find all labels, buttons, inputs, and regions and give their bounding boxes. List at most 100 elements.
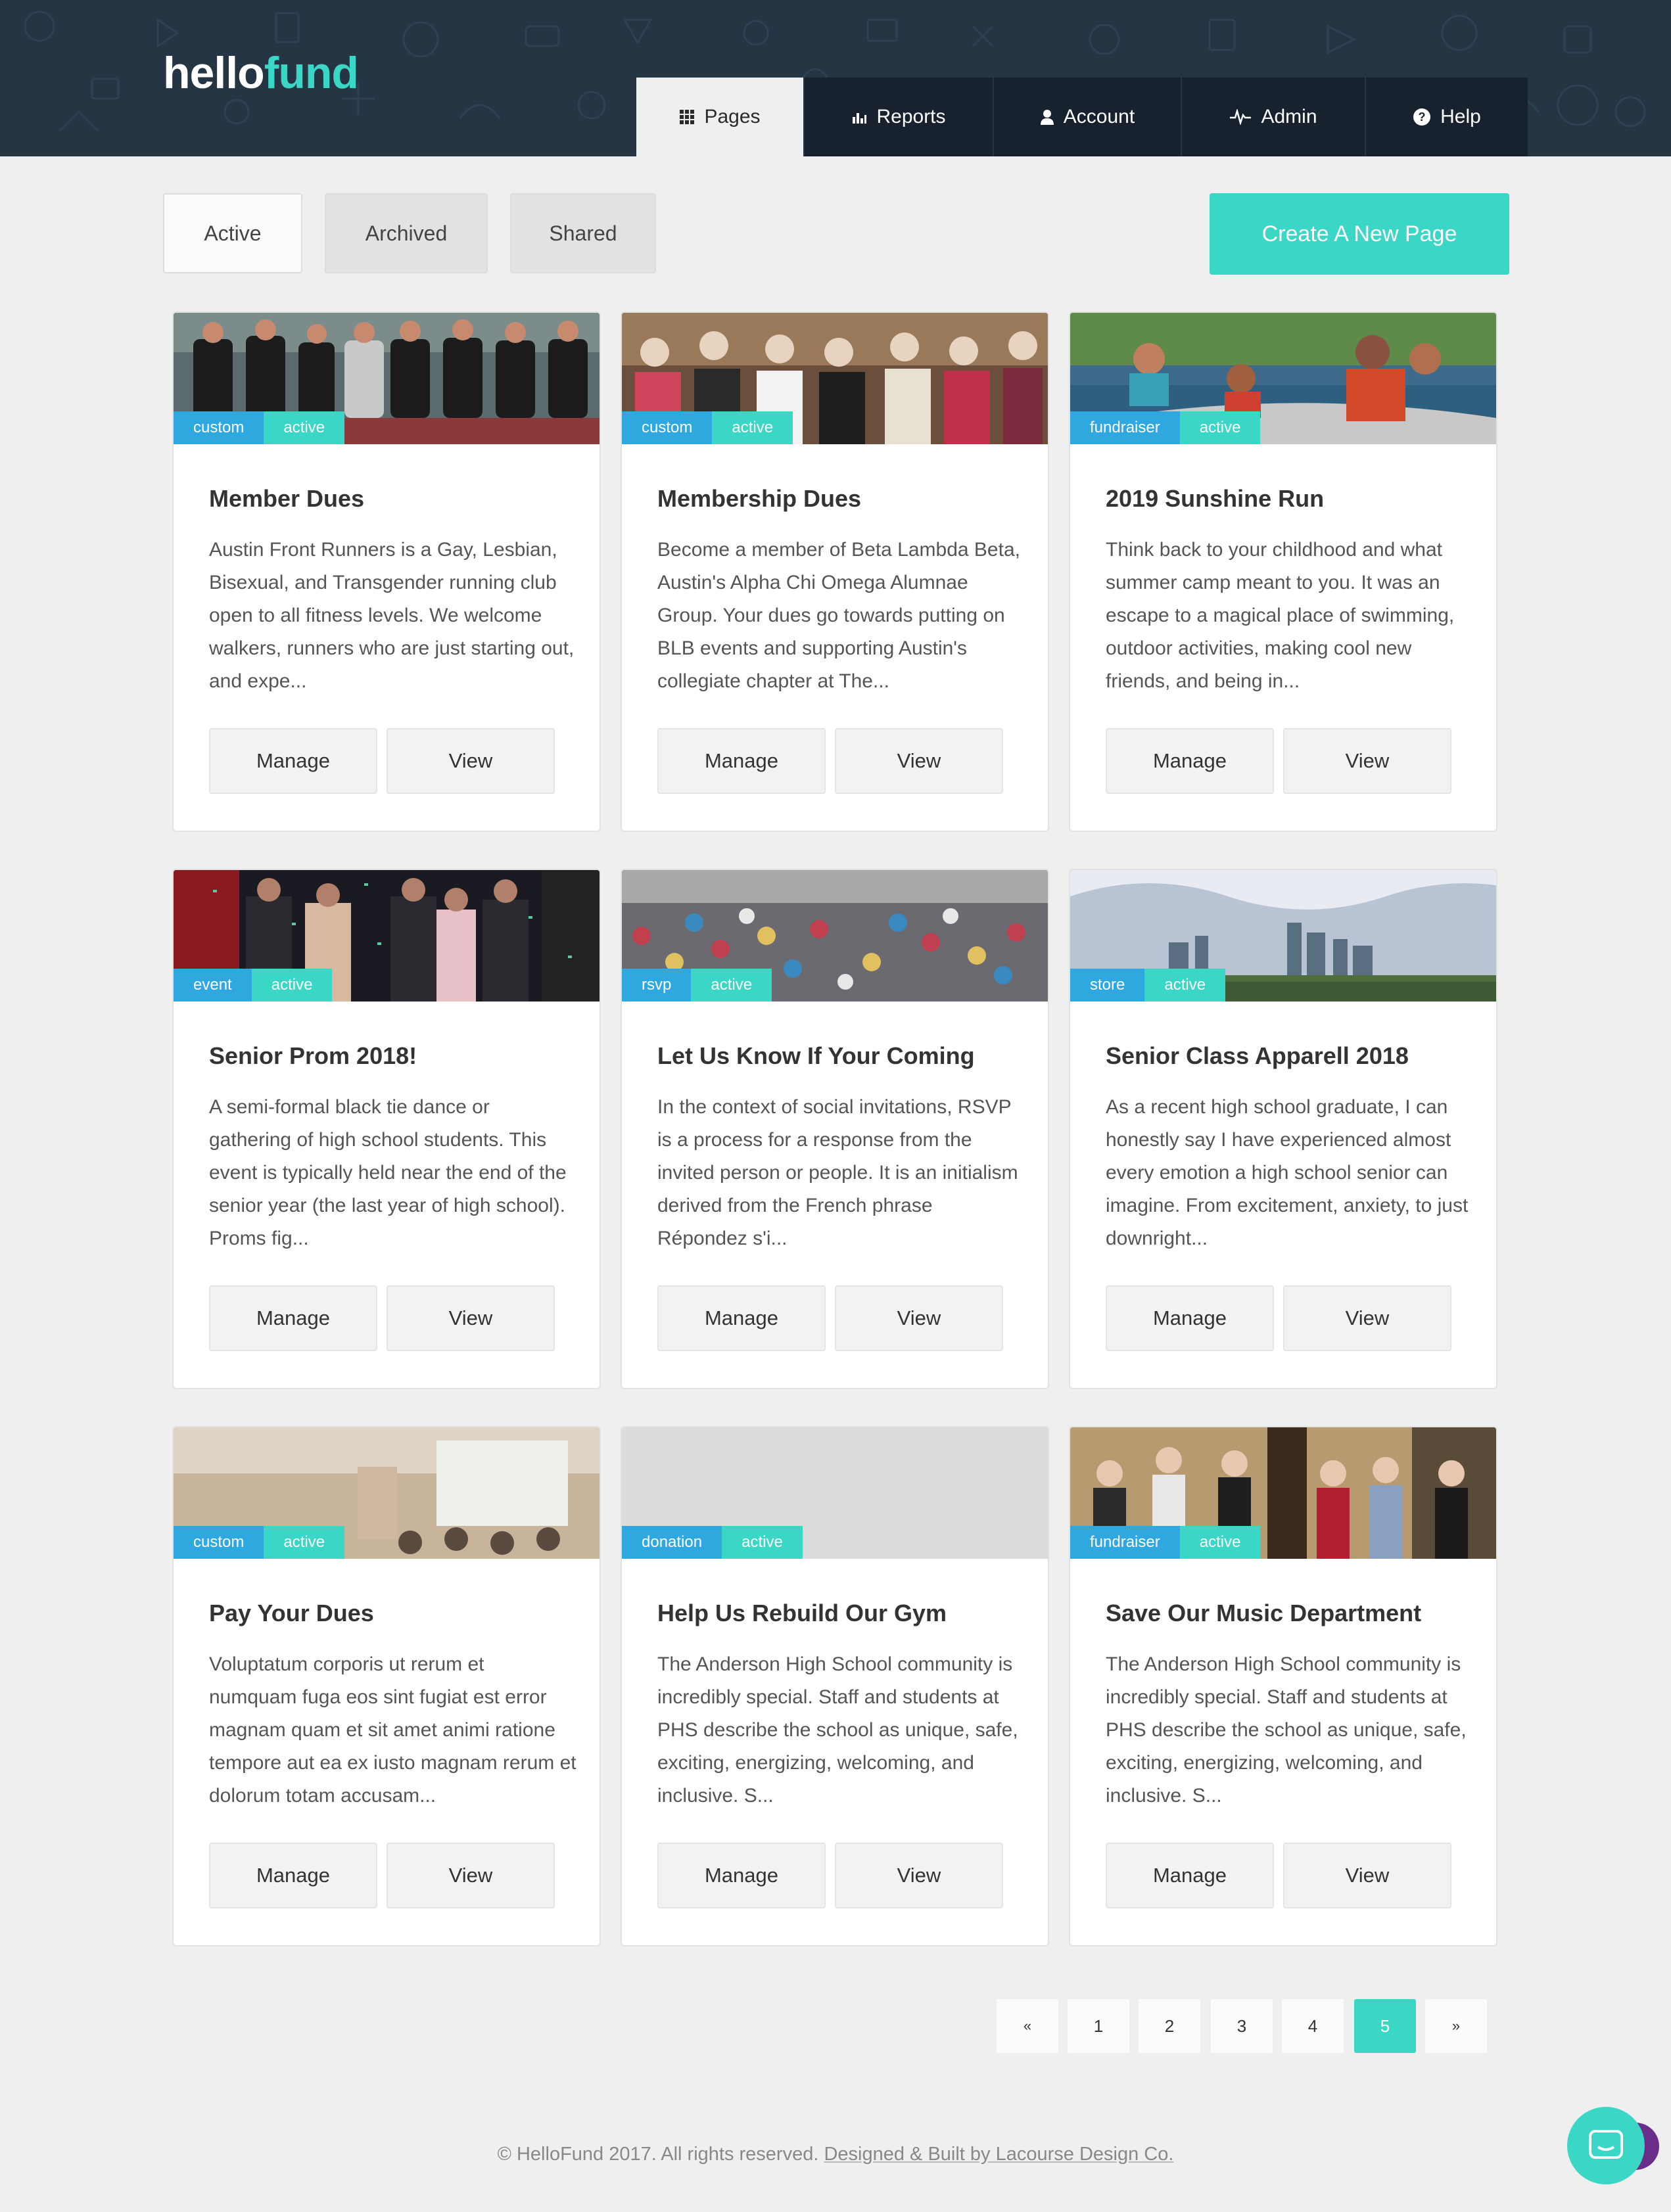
card-title: Membership Dues xyxy=(657,485,862,512)
filter-active-label: Active xyxy=(204,221,262,245)
card-description: As a recent high school graduate, I can … xyxy=(1106,1096,1469,1249)
status-tag: active xyxy=(251,969,333,1002)
type-tag: fundraiser xyxy=(1070,411,1180,444)
page-card: store active Senior Class Apparell 2018 … xyxy=(1069,869,1497,1389)
view-button[interactable]: View xyxy=(1283,1285,1451,1351)
footer-credit-link[interactable]: Designed & Built by Lacourse Design Co. xyxy=(824,2144,1173,2165)
manage-button[interactable]: Manage xyxy=(1106,728,1274,794)
card-title: Senior Class Apparell 2018 xyxy=(1106,1042,1409,1069)
type-tag: custom xyxy=(174,1526,264,1559)
manage-button[interactable]: Manage xyxy=(209,1843,377,1908)
nav-account[interactable]: Account xyxy=(993,78,1181,156)
manage-button[interactable]: Manage xyxy=(657,1843,826,1908)
page-card: custom active Membership Dues Become a m… xyxy=(621,311,1049,832)
card-description: Think back to your childhood and what su… xyxy=(1106,539,1455,692)
status-tag: active xyxy=(712,411,793,444)
type-tag: rsvp xyxy=(622,969,692,1002)
hellofund-logo[interactable]: hellofund xyxy=(163,47,359,99)
card-title: Member Dues xyxy=(209,485,365,512)
footer-copyright: © HelloFund 2017. All rights reserved. xyxy=(497,2144,819,2165)
manage-button[interactable]: Manage xyxy=(1106,1285,1274,1351)
nav-help[interactable]: ? Help xyxy=(1365,78,1528,156)
chat-icon xyxy=(1589,2130,1623,2159)
view-button[interactable]: View xyxy=(387,728,555,794)
page-card: event active Senior Prom 2018! A semi-fo… xyxy=(172,869,601,1389)
pagination-next[interactable]: » xyxy=(1425,1999,1487,2053)
card-title: Pay Your Dues xyxy=(209,1600,374,1626)
type-tag: donation xyxy=(622,1526,722,1559)
status-tag: active xyxy=(264,411,345,444)
create-new-page-label: Create A New Page xyxy=(1261,221,1457,246)
svg-text:?: ? xyxy=(1419,110,1426,124)
page-card: fundraiser active Save Our Music Departm… xyxy=(1069,1426,1497,1947)
pagination-prev[interactable]: « xyxy=(997,1999,1058,2053)
nav-pages-label: Pages xyxy=(704,106,761,127)
nav-admin-label: Admin xyxy=(1261,106,1317,127)
filter-shared-label: Shared xyxy=(549,221,617,245)
card-tags: event active xyxy=(174,969,333,1002)
status-tag: active xyxy=(722,1526,803,1559)
view-button[interactable]: View xyxy=(835,728,1003,794)
view-button[interactable]: View xyxy=(835,1285,1003,1351)
pagination-page-1[interactable]: 1 xyxy=(1068,1999,1129,2053)
nav-pages[interactable]: Pages xyxy=(636,78,803,156)
view-button[interactable]: View xyxy=(1283,728,1451,794)
card-title: Help Us Rebuild Our Gym xyxy=(657,1600,947,1626)
page-card: custom active Member Dues Austin Front R… xyxy=(172,311,601,832)
card-title: Let Us Know If Your Coming xyxy=(657,1042,975,1069)
pulse-icon xyxy=(1230,109,1252,125)
card-tags: custom active xyxy=(174,1526,345,1559)
type-tag: event xyxy=(174,969,252,1002)
manage-button[interactable]: Manage xyxy=(1106,1843,1274,1908)
card-description: A semi-formal black tie dance or gatheri… xyxy=(209,1096,567,1249)
filter-tab-archived[interactable]: Archived xyxy=(325,193,488,273)
filter-archived-label: Archived xyxy=(365,221,448,245)
question-circle-icon: ? xyxy=(1413,108,1431,126)
nav-account-label: Account xyxy=(1063,106,1135,127)
manage-button[interactable]: Manage xyxy=(657,1285,826,1351)
footer: © HelloFund 2017. All rights reserved. D… xyxy=(0,2144,1671,2165)
pagination-page-3[interactable]: 3 xyxy=(1211,1999,1273,2053)
bar-chart-icon xyxy=(853,113,867,124)
status-tag: active xyxy=(691,969,772,1002)
status-tag: active xyxy=(1144,969,1226,1002)
card-tags: rsvp active xyxy=(622,969,772,1002)
nav-reports[interactable]: Reports xyxy=(803,78,993,156)
type-tag: store xyxy=(1070,969,1145,1002)
nav-reports-label: Reports xyxy=(876,106,946,127)
type-tag: custom xyxy=(174,411,264,444)
card-description: Become a member of Beta Lambda Beta, Aus… xyxy=(657,539,1020,692)
status-tag: active xyxy=(264,1526,345,1559)
create-new-page-button[interactable]: Create A New Page xyxy=(1210,193,1509,275)
pagination-page-4[interactable]: 4 xyxy=(1282,1999,1344,2053)
user-icon xyxy=(1040,110,1054,125)
page-card: custom active Pay Your Dues Voluptatum c… xyxy=(172,1426,601,1947)
page-card: donation active Help Us Rebuild Our Gym … xyxy=(621,1426,1049,1947)
card-description: Voluptatum corporis ut rerum et numquam … xyxy=(209,1653,577,1807)
page-card: fundraiser active 2019 Sunshine Run Thin… xyxy=(1069,311,1497,832)
pagination-page-2[interactable]: 2 xyxy=(1139,1999,1200,2053)
card-title: 2019 Sunshine Run xyxy=(1106,485,1325,512)
manage-button[interactable]: Manage xyxy=(209,1285,377,1351)
main-nav: Pages Reports Account Admin ? Help xyxy=(636,78,1528,156)
view-button[interactable]: View xyxy=(387,1843,555,1908)
pagination-page-5[interactable]: 5 xyxy=(1354,1999,1416,2053)
card-tags: store active xyxy=(1070,969,1226,1002)
manage-button[interactable]: Manage xyxy=(657,728,826,794)
view-button[interactable]: View xyxy=(387,1285,555,1351)
status-tag: active xyxy=(1179,1526,1261,1559)
chat-launcher-button[interactable] xyxy=(1567,2107,1645,2184)
manage-button[interactable]: Manage xyxy=(209,728,377,794)
view-button[interactable]: View xyxy=(835,1843,1003,1908)
card-tags: donation active xyxy=(622,1526,803,1559)
card-title: Senior Prom 2018! xyxy=(209,1042,417,1069)
view-button[interactable]: View xyxy=(1283,1843,1451,1908)
card-tags: custom active xyxy=(622,411,793,444)
nav-admin[interactable]: Admin xyxy=(1181,78,1365,156)
card-description: The Anderson High School community is in… xyxy=(1106,1653,1467,1807)
filter-tab-active[interactable]: Active xyxy=(163,193,302,273)
grid-icon xyxy=(680,110,695,124)
card-tags: fundraiser active xyxy=(1070,411,1261,444)
card-description: Austin Front Runners is a Gay, Lesbian, … xyxy=(209,539,575,692)
filter-tab-shared[interactable]: Shared xyxy=(510,193,656,273)
